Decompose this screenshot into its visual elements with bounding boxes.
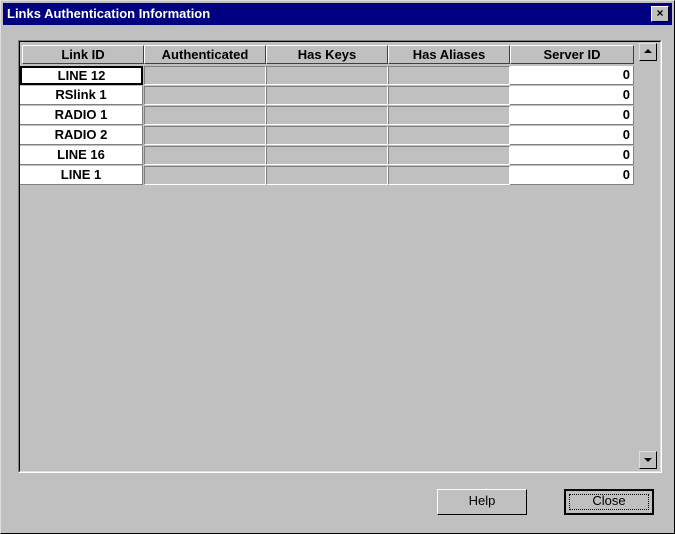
cell-server-id[interactable]: 0 — [510, 146, 634, 165]
cell-has-keys[interactable] — [266, 106, 388, 125]
column-header-link-id[interactable]: Link ID — [22, 45, 144, 64]
cell-has-keys[interactable] — [266, 146, 388, 165]
cell-server-id[interactable]: 0 — [510, 106, 634, 125]
cell-has-aliases[interactable] — [388, 86, 510, 105]
cell-has-aliases[interactable] — [388, 146, 510, 165]
cell-has-keys[interactable] — [266, 86, 388, 105]
cell-authenticated[interactable] — [144, 86, 266, 105]
title-bar[interactable]: Links Authentication Information × — [3, 3, 672, 25]
cell-server-id[interactable]: 0 — [510, 126, 634, 145]
cell-link-id[interactable]: LINE 16 — [20, 146, 143, 165]
table-row[interactable]: LINE 12 0 — [20, 66, 634, 85]
arrow-down-icon — [644, 458, 652, 462]
cell-has-aliases[interactable] — [388, 126, 510, 145]
table-row[interactable]: LINE 16 0 — [20, 146, 634, 165]
links-grid: Link ID Authenticated Has Keys Has Alias… — [18, 40, 662, 473]
help-button-label: Help — [468, 493, 496, 508]
cell-server-id[interactable]: 0 — [510, 86, 634, 105]
table-row[interactable]: RADIO 1 0 — [20, 106, 634, 125]
cell-server-id[interactable]: 0 — [510, 66, 634, 85]
cell-authenticated[interactable] — [144, 126, 266, 145]
cell-has-aliases[interactable] — [388, 106, 510, 125]
focus-rect — [569, 494, 649, 510]
table-row[interactable]: RADIO 2 0 — [20, 126, 634, 145]
dialog-window: Links Authentication Information × Link … — [0, 0, 675, 534]
cell-has-keys[interactable] — [266, 166, 388, 185]
cell-authenticated[interactable] — [144, 106, 266, 125]
cell-link-id[interactable]: RADIO 1 — [20, 106, 143, 125]
help-button[interactable]: Help — [437, 489, 527, 515]
table-row[interactable]: RSlink 1 0 — [20, 86, 634, 105]
links-grid-inner: Link ID Authenticated Has Keys Has Alias… — [19, 41, 661, 472]
cell-link-id[interactable]: LINE 12 — [20, 66, 143, 85]
column-header-has-aliases[interactable]: Has Aliases — [388, 45, 510, 64]
cell-has-aliases[interactable] — [388, 166, 510, 185]
scrollbar-track[interactable] — [639, 61, 657, 451]
cell-link-id[interactable]: RSlink 1 — [20, 86, 143, 105]
cell-server-id[interactable]: 0 — [510, 166, 634, 185]
column-header-authenticated[interactable]: Authenticated — [144, 45, 266, 64]
table-row[interactable]: LINE 1 0 — [20, 166, 634, 185]
column-header-server-id[interactable]: Server ID — [510, 45, 634, 64]
cell-link-id[interactable]: LINE 1 — [20, 166, 143, 185]
cell-has-keys[interactable] — [266, 126, 388, 145]
vertical-scrollbar[interactable] — [639, 43, 657, 469]
scroll-down-button[interactable] — [639, 451, 657, 469]
column-header-has-keys[interactable]: Has Keys — [266, 45, 388, 64]
cell-authenticated[interactable] — [144, 66, 266, 85]
arrow-up-icon — [644, 49, 652, 53]
close-button[interactable]: Close — [564, 489, 654, 515]
scroll-up-button[interactable] — [639, 43, 657, 61]
window-title: Links Authentication Information — [7, 6, 211, 21]
cell-has-aliases[interactable] — [388, 66, 510, 85]
cell-has-keys[interactable] — [266, 66, 388, 85]
close-icon[interactable]: × — [651, 6, 669, 22]
cell-link-id[interactable]: RADIO 2 — [20, 126, 143, 145]
cell-authenticated[interactable] — [144, 166, 266, 185]
cell-authenticated[interactable] — [144, 146, 266, 165]
